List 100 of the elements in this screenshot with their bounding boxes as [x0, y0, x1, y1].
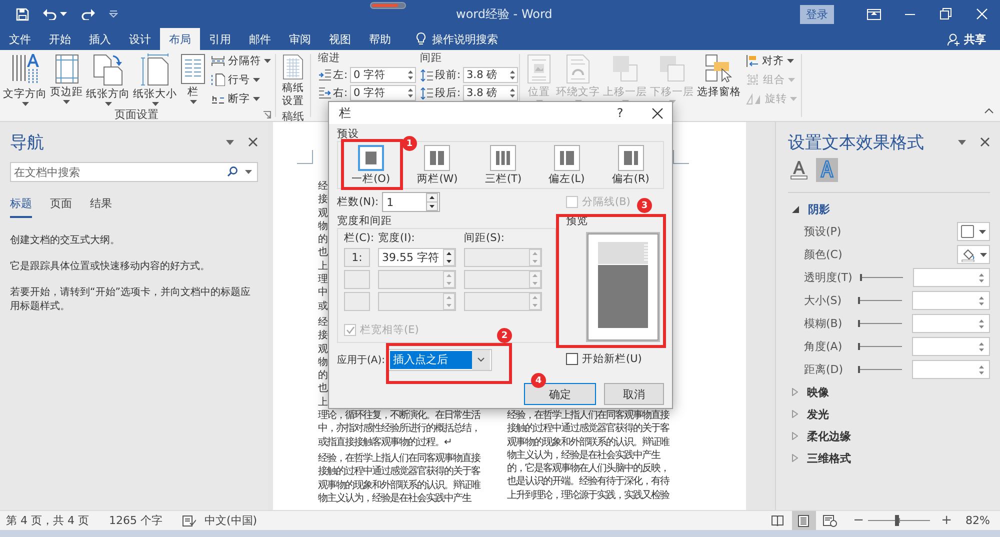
proofing-icon[interactable] — [182, 514, 196, 526]
redo-button[interactable] — [79, 6, 97, 22]
ok-button[interactable]: 确定 — [524, 383, 596, 405]
ribbon-button[interactable]: 对齐 — [746, 52, 797, 69]
text-line: 物 — [318, 220, 327, 234]
cancel-button[interactable]: 取消 — [604, 383, 664, 405]
share-button[interactable]: 共享 — [947, 28, 986, 50]
text-line: 观事物的现象和外部联系的认识。辩证唯 — [507, 436, 669, 449]
wrap-icon — [564, 53, 592, 85]
ribbon-tab[interactable]: 邮件 — [240, 28, 280, 50]
customize-button[interactable] — [107, 8, 120, 20]
zoom-in-button[interactable]: + — [940, 513, 954, 528]
spinner-icon — [979, 296, 984, 306]
spin-field[interactable] — [912, 337, 990, 356]
collapse-ribbon-icon[interactable] — [984, 108, 994, 114]
preset-button[interactable] — [424, 145, 450, 171]
help-text: 若要开始，请转到“开始”选项卡，并向文档中的标题应用标题样式。 — [10, 286, 252, 314]
ribbon-tab[interactable]: 审阅 — [280, 28, 320, 50]
spin-field[interactable]: 3.8 磅 — [462, 67, 518, 83]
number-badge: 1 — [402, 136, 417, 151]
print-view-button[interactable] — [792, 511, 816, 530]
save-button[interactable] — [14, 6, 31, 22]
ribbon-button[interactable]: 页边距 — [49, 52, 84, 105]
preset-button[interactable] — [358, 145, 384, 171]
slider-track[interactable] — [858, 343, 902, 350]
ribbon-button[interactable]: 纸张大小 — [132, 52, 178, 107]
pane-tab[interactable]: 结果 — [90, 194, 112, 218]
ribbon-button[interactable]: 行号 — [211, 71, 271, 88]
new-column-checkbox[interactable]: 开始新栏(U) — [566, 352, 642, 366]
zoom-out-button[interactable]: − — [852, 513, 866, 528]
spinner-icon — [529, 293, 541, 310]
dialog-launcher-icon[interactable] — [263, 111, 271, 119]
close-icon[interactable] — [248, 137, 258, 147]
spin-field[interactable] — [912, 360, 990, 379]
spin-field[interactable]: 1 — [382, 192, 440, 212]
ribbon-tab[interactable]: 插入 — [80, 28, 120, 50]
text-effects-icon — [818, 160, 836, 180]
slider-track[interactable] — [858, 366, 902, 373]
ribbon-tab[interactable]: 引用 — [200, 28, 240, 50]
spin-field[interactable]: 3.8 磅 — [462, 85, 518, 101]
search-icon[interactable] — [227, 166, 238, 177]
ribbon-button[interactable]: 纸张方向 — [85, 52, 131, 107]
margins-icon — [54, 53, 80, 85]
pane-tab[interactable] — [788, 158, 810, 182]
text-line: 观 — [318, 206, 327, 220]
spin-field[interactable] — [913, 268, 990, 287]
section-label: 间距 — [420, 52, 443, 65]
section-header[interactable]: 阴影 — [788, 198, 990, 220]
section-header[interactable]: 发光 — [788, 403, 990, 425]
ribbon-button[interactable]: 文字方向 — [2, 52, 48, 107]
ribbon-button[interactable]: 稿纸设置 — [280, 52, 306, 109]
text-line: 上 — [318, 260, 327, 274]
section-header[interactable]: 三维格式 — [788, 447, 990, 469]
ribbon-button[interactable]: 分隔符 — [211, 52, 271, 69]
preset-button[interactable] — [490, 145, 516, 171]
ribbon-button[interactable]: 栏 — [179, 52, 207, 105]
section-header[interactable]: 柔化边缘 — [788, 425, 990, 447]
text-line: 上升到理论，理论源于实践，实践又检验 — [507, 488, 669, 502]
field-label: 预设(P) — [804, 224, 842, 239]
caret-icon — [190, 100, 196, 104]
caret-icon[interactable] — [226, 140, 234, 144]
ribbon-tab[interactable]: 视图 — [320, 28, 360, 50]
ribbon-button[interactable]: 选择窗格 — [696, 52, 742, 100]
color-picker-button[interactable] — [957, 245, 990, 264]
search-field[interactable]: 在文档中搜索 — [10, 162, 258, 182]
spin-field[interactable] — [912, 291, 990, 310]
preset-button[interactable] — [554, 145, 580, 171]
field-label: 段前: — [435, 68, 461, 82]
shadow-preset-button[interactable] — [957, 222, 990, 241]
spin-field[interactable]: 0 字符 — [350, 85, 416, 101]
checkbox[interactable] — [566, 352, 578, 364]
spin-field[interactable]: 0 字符 — [350, 67, 416, 83]
slider-thumb[interactable] — [860, 274, 862, 281]
ribbon-button[interactable]: 断字 — [211, 90, 271, 107]
tell-me-button[interactable]: 操作说明搜索 — [416, 28, 498, 50]
preset-label: 两栏(W) — [417, 173, 458, 186]
pane-tab[interactable]: 标题 — [10, 194, 32, 218]
slider-track[interactable] — [860, 274, 904, 281]
text-line: 接触的过程中通过感觉器官获得的关于客 — [507, 422, 669, 436]
help-button[interactable]: ? — [608, 106, 632, 120]
ribbon-tab[interactable]: 设计 — [120, 28, 160, 50]
paint-bucket-icon — [960, 248, 974, 262]
spin-field[interactable] — [912, 314, 990, 333]
ribbon-tab[interactable]: 开始 — [40, 28, 80, 50]
preset-button[interactable] — [618, 145, 644, 171]
ribbon-tab[interactable]: 布局 — [160, 28, 200, 50]
text-line: 的，它是客观事物在人们头脑中的反映， — [507, 462, 669, 476]
pane-tab[interactable]: 页面 — [50, 194, 72, 218]
ribbon-tab[interactable]: 帮助 — [360, 28, 400, 50]
sign-in-button[interactable]: 登录 — [800, 4, 834, 24]
spinner-icon — [510, 88, 515, 98]
caret-icon[interactable] — [958, 140, 966, 144]
section-header[interactable]: 映像 — [788, 381, 990, 403]
slider-thumb[interactable] — [895, 515, 900, 526]
slider-track[interactable] — [858, 320, 902, 327]
slider-track[interactable] — [858, 297, 902, 304]
close-icon[interactable] — [980, 137, 990, 147]
dropdown[interactable]: 插入点之后 — [388, 349, 492, 371]
ribbon-tab[interactable]: 文件 — [0, 28, 40, 50]
spin-field[interactable]: 39.55 字符 — [378, 248, 456, 267]
